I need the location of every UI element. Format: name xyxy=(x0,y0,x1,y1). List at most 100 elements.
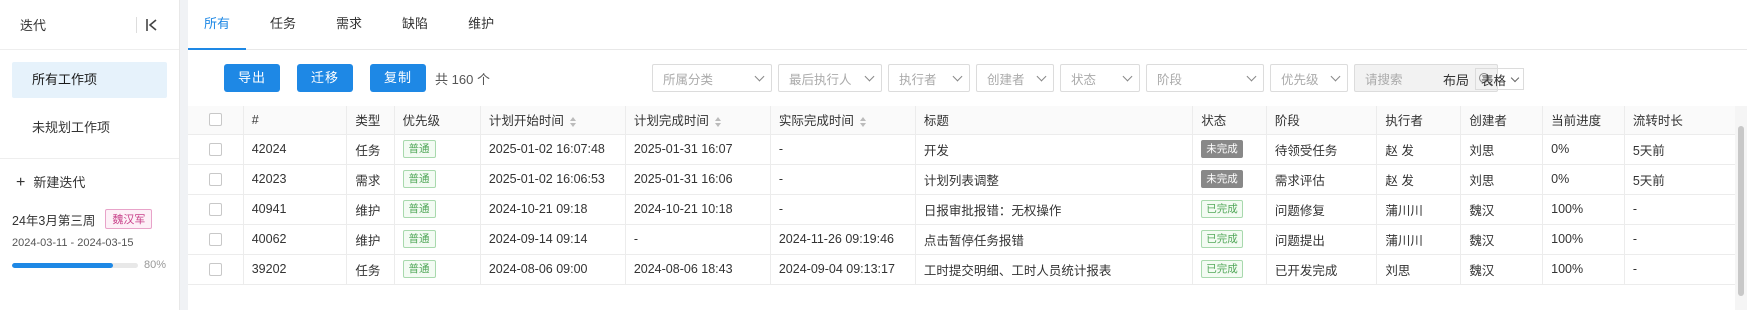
row-duration: - xyxy=(1632,202,1638,216)
row-creator-cell: 刘思 xyxy=(1460,134,1544,165)
row-duration: - xyxy=(1632,232,1638,246)
column-header-plan-end[interactable]: 计划完成时间 xyxy=(625,106,771,135)
row-select-cell xyxy=(188,134,244,165)
row-title-cell[interactable]: 日报审批报错：无权操作 xyxy=(915,194,1194,225)
tab-bar: 所有 任务 需求 缺陷 维护 xyxy=(188,0,1747,50)
row-checkbox[interactable] xyxy=(208,142,222,156)
priority-filter[interactable]: 优先级 xyxy=(1270,64,1348,92)
new-iteration-button[interactable]: + 新建迭代 xyxy=(0,171,179,195)
row-plan-end: 2025-01-31 16:07 xyxy=(633,142,733,156)
last-executor-filter[interactable]: 最后执行人 xyxy=(778,64,882,92)
tab-requirement[interactable]: 需求 xyxy=(320,0,378,49)
iteration-progress-fill xyxy=(12,262,113,268)
chevron-down-icon xyxy=(952,71,963,81)
row-executor-cell: 蒲川川 xyxy=(1376,224,1462,255)
column-header-plan-start[interactable]: 计划开始时间 xyxy=(480,106,626,135)
row-priority-cell: 普通 xyxy=(394,224,481,255)
column-header-id[interactable]: # xyxy=(243,106,348,135)
row-checkbox[interactable] xyxy=(208,202,222,216)
row-id-cell: 42023 xyxy=(243,164,348,195)
row-progress: 100% xyxy=(1551,262,1584,276)
table-row[interactable]: 42023 需求 普通 2025-01-02 16:06:53 2025-01-31 1… xyxy=(188,164,1735,195)
row-status-cell: 已完成 xyxy=(1192,224,1267,255)
migrate-button[interactable]: 迁移 xyxy=(297,64,354,92)
collapse-sidebar-button[interactable] xyxy=(136,16,159,33)
row-stage: 已开发完成 xyxy=(1274,263,1338,278)
row-priority: 普通 xyxy=(402,170,436,188)
column-header-type[interactable]: 类型 xyxy=(346,106,395,135)
column-header-status[interactable]: 状态 xyxy=(1192,106,1267,135)
row-duration-cell: - xyxy=(1624,194,1735,225)
column-header-progress[interactable]: 当前进度 xyxy=(1542,106,1625,135)
layout-select[interactable]: 表格 xyxy=(1475,68,1525,90)
row-title[interactable]: 点击暂停任务报错 xyxy=(924,234,1024,248)
column-header-duration[interactable]: 流转时长 xyxy=(1624,106,1735,135)
creator-filter[interactable]: 创建者 xyxy=(976,64,1054,92)
sort-icon[interactable] xyxy=(859,116,866,127)
plan-start-header-label: 计划开始时间 xyxy=(488,114,564,129)
row-title[interactable]: 开发 xyxy=(924,144,949,158)
row-title[interactable]: 计划列表调整 xyxy=(924,174,999,188)
iteration-card[interactable]: 24年3月第三周 魏汉军 2024-03-11 - 2024-03-15 80% xyxy=(0,209,179,271)
row-progress-cell: 0% xyxy=(1542,164,1625,195)
row-title[interactable]: 工时提交明细、工时人员统计报表 xyxy=(924,264,1112,278)
table-row[interactable]: 40062 维护 普通 2024-09-14 09:14 - 2024-11-26 09:… xyxy=(188,224,1735,255)
executor-filter-placeholder: 执行者 xyxy=(899,72,937,87)
row-stage-cell: 需求评估 xyxy=(1266,164,1378,195)
workitem-table: # 类型 优先级 计划开始时间 计划完成时间 实际完成时间 标题 状态 阶段 执… xyxy=(188,106,1735,310)
category-filter[interactable]: 所属分类 xyxy=(652,64,772,92)
row-title-cell[interactable]: 点击暂停任务报错 xyxy=(915,224,1194,255)
layout-value: 表格 xyxy=(1481,73,1507,88)
layout-label: 布局 xyxy=(1443,72,1470,88)
stage-filter[interactable]: 阶段 xyxy=(1146,64,1264,92)
row-executor-cell: 赵 发 xyxy=(1376,134,1462,165)
sort-icon[interactable] xyxy=(569,116,576,127)
column-header-actual-end[interactable]: 实际完成时间 xyxy=(770,106,916,135)
column-header-stage[interactable]: 阶段 xyxy=(1266,106,1378,135)
export-button[interactable]: 导出 xyxy=(224,64,281,92)
row-title-cell[interactable]: 工时提交明细、工时人员统计报表 xyxy=(915,254,1194,285)
copy-button[interactable]: 复制 xyxy=(370,64,427,92)
vertical-scrollbar[interactable] xyxy=(1735,106,1747,310)
row-id-cell: 40941 xyxy=(243,194,348,225)
plan-end-header-label: 计划完成时间 xyxy=(633,114,709,129)
sidebar-item-unplanned[interactable]: 未规划工作项 xyxy=(12,110,167,146)
row-plan-end: 2024-08-06 18:43 xyxy=(633,262,733,276)
table-row[interactable]: 39202 任务 普通 2024-08-06 09:00 2024-08-06 18:4… xyxy=(188,254,1735,285)
column-header-executor[interactable]: 执行者 xyxy=(1376,106,1462,135)
sidebar-item-all-workitems[interactable]: 所有工作项 xyxy=(12,62,167,98)
tab-task[interactable]: 任务 xyxy=(254,0,312,49)
table-row[interactable]: 42024 任务 普通 2025-01-02 16:07:48 2025-01-31 1… xyxy=(188,134,1735,165)
row-actual-end: - xyxy=(778,202,784,216)
row-priority-cell: 普通 xyxy=(394,254,481,285)
row-title-cell[interactable]: 开发 xyxy=(915,134,1194,165)
row-plan-start-cell: 2025-01-02 16:07:48 xyxy=(480,134,626,165)
chevron-down-icon xyxy=(1036,71,1047,81)
column-header-priority[interactable]: 优先级 xyxy=(394,106,481,135)
tab-maintenance[interactable]: 维护 xyxy=(452,0,510,49)
scrollbar-thumb[interactable] xyxy=(1738,126,1744,296)
row-title-cell[interactable]: 计划列表调整 xyxy=(915,164,1194,195)
row-status-cell: 未完成 xyxy=(1192,134,1267,165)
column-header-title[interactable]: 标题 xyxy=(915,106,1194,135)
row-priority: 普通 xyxy=(402,230,436,248)
row-checkbox[interactable] xyxy=(208,262,222,276)
status-filter[interactable]: 状态 xyxy=(1060,64,1140,92)
row-progress: 0% xyxy=(1551,142,1570,156)
row-checkbox[interactable] xyxy=(208,172,222,186)
chevron-down-icon xyxy=(1246,71,1257,81)
row-priority: 普通 xyxy=(402,140,436,158)
tab-defect[interactable]: 缺陷 xyxy=(386,0,444,49)
column-header-creator[interactable]: 创建者 xyxy=(1460,106,1544,135)
sidebar-header: 迭代 xyxy=(0,0,179,50)
row-checkbox[interactable] xyxy=(208,232,222,246)
sort-icon[interactable] xyxy=(714,116,721,127)
table-row[interactable]: 40941 维护 普通 2024-10-21 09:18 2024-10-21 10:1… xyxy=(188,194,1735,225)
select-all-checkbox[interactable] xyxy=(208,113,222,127)
tab-all[interactable]: 所有 xyxy=(188,0,247,50)
row-id: 42024 xyxy=(251,142,287,156)
table-header-row: # 类型 优先级 计划开始时间 计划完成时间 实际完成时间 标题 状态 阶段 执… xyxy=(188,106,1735,135)
row-title[interactable]: 日报审批报错：无权操作 xyxy=(924,204,1062,218)
row-status: 未完成 xyxy=(1201,170,1243,188)
executor-filter[interactable]: 执行者 xyxy=(888,64,970,92)
